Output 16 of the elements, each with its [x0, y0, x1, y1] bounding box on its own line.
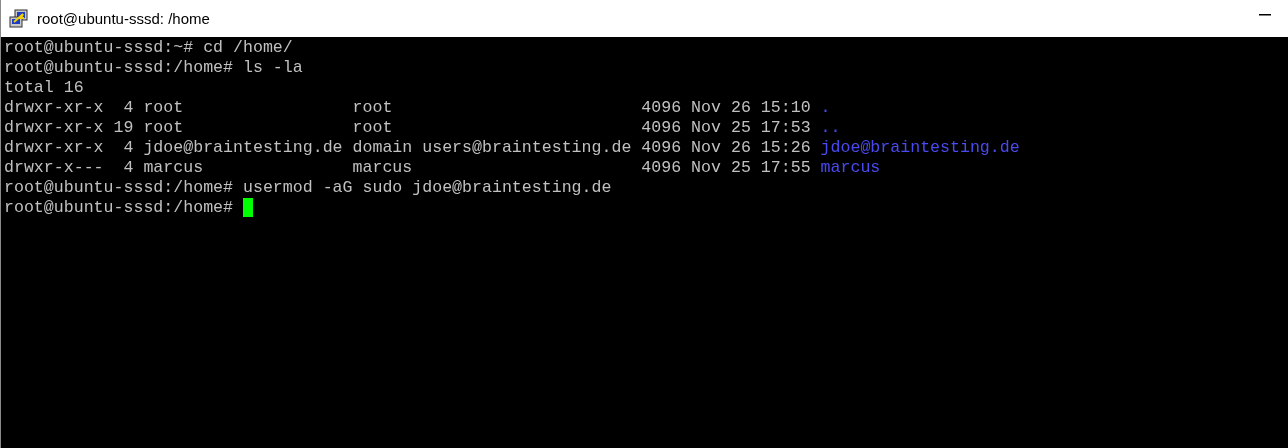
terminal-line: root@ubuntu-sssd:~# cd /home/ [4, 38, 293, 58]
directory-name: . [820, 98, 831, 118]
terminal-app-icon [9, 8, 29, 29]
window-title: root@ubuntu-sssd: /home [37, 10, 210, 27]
terminal-line: drwxr-xr-x 19 root root 4096 Nov 25 17:53 [4, 118, 811, 138]
directory-name: marcus [820, 158, 881, 178]
terminal-line: root@ubuntu-sssd:/home# ls -la [4, 58, 303, 78]
terminal-prompt: root@ubuntu-sssd:/home# [4, 198, 234, 218]
terminal-line: root@ubuntu-sssd:/home# usermod -aG sudo jdoe@braintesting.de [4, 178, 612, 198]
terminal-line: drwxr-x--- 4 marcus marcus 4096 Nov 25 17:55 [4, 158, 811, 178]
directory-name: .. [820, 118, 841, 138]
minimize-icon [1259, 14, 1271, 16]
terminal-line: drwxr-xr-x 4 jdoe@braintesting.de domain users@braintesting.de 4096 Nov 26 15:26 [4, 138, 811, 158]
directory-name: jdoe@braintesting.de [820, 138, 1020, 158]
terminal-line: drwxr-xr-x 4 root root 4096 Nov 26 15:10 [4, 98, 811, 118]
terminal-line: total 16 [4, 78, 84, 98]
